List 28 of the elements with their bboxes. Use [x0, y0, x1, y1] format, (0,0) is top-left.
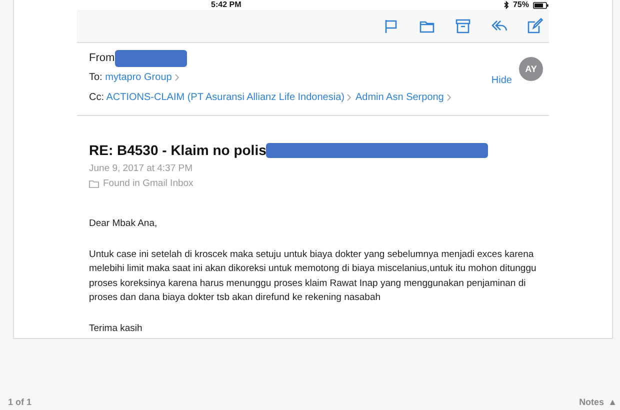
- hide-link[interactable]: Hide: [491, 73, 512, 88]
- archive-icon[interactable]: [455, 18, 471, 34]
- compose-icon[interactable]: [527, 18, 543, 34]
- recipient-link[interactable]: Admin Asn Serpong: [355, 92, 444, 103]
- recipient-link[interactable]: ACTIONS-CLAIM (PT Asuransi Allianz Life Indonesia): [106, 92, 344, 103]
- email-date: June 9, 2017 at 4:37 PM: [89, 162, 194, 176]
- battery-percent: 75%: [512, 0, 529, 10]
- folder-label: Found in Gmail Inbox: [103, 177, 194, 191]
- avatar: AY: [519, 57, 543, 81]
- page-counter: 1 of 1: [8, 396, 32, 409]
- message-paragraph: Dear Mbak Ana,: [89, 217, 158, 231]
- flag-icon[interactable]: [383, 18, 399, 34]
- to-label: To:: [89, 72, 104, 83]
- chevron-icon: [347, 94, 352, 101]
- folder-icon: [89, 180, 99, 188]
- recipient-link[interactable]: mytapro Group: [105, 72, 172, 83]
- message-paragraph: Untuk case ini setelah di kroscek maka setuju untuk biaya dokter yang sebelumnya menjadi exces karena melebihi limit maka saat ini akan dikoreksi untuk memotong di biaya miscelanius,untuk itu mohon ditunggu proses koreksinya karena harus menunggu proses klaim Rawat Inap yang menggunakan penjaminan di proses dan dana biaya dokter tsb akan direfund ke rekening nasabah: [89, 248, 538, 305]
- notes-button[interactable]: Notes: [579, 396, 604, 410]
- battery-icon: [533, 2, 549, 8]
- status-time: 5:42 PM: [211, 0, 242, 10]
- bluetooth-icon: [504, 1, 509, 9]
- cc-label: Cc:: [89, 92, 105, 103]
- message-paragraph: Terima kasih: [89, 322, 144, 336]
- email-subject: RE: B4530 - Klaim no polis: [89, 141, 266, 160]
- chevron-icon: [446, 94, 451, 101]
- chevron-icon: [174, 74, 179, 81]
- caret-icon[interactable]: ▲: [608, 396, 617, 410]
- from-label: From: [89, 50, 115, 66]
